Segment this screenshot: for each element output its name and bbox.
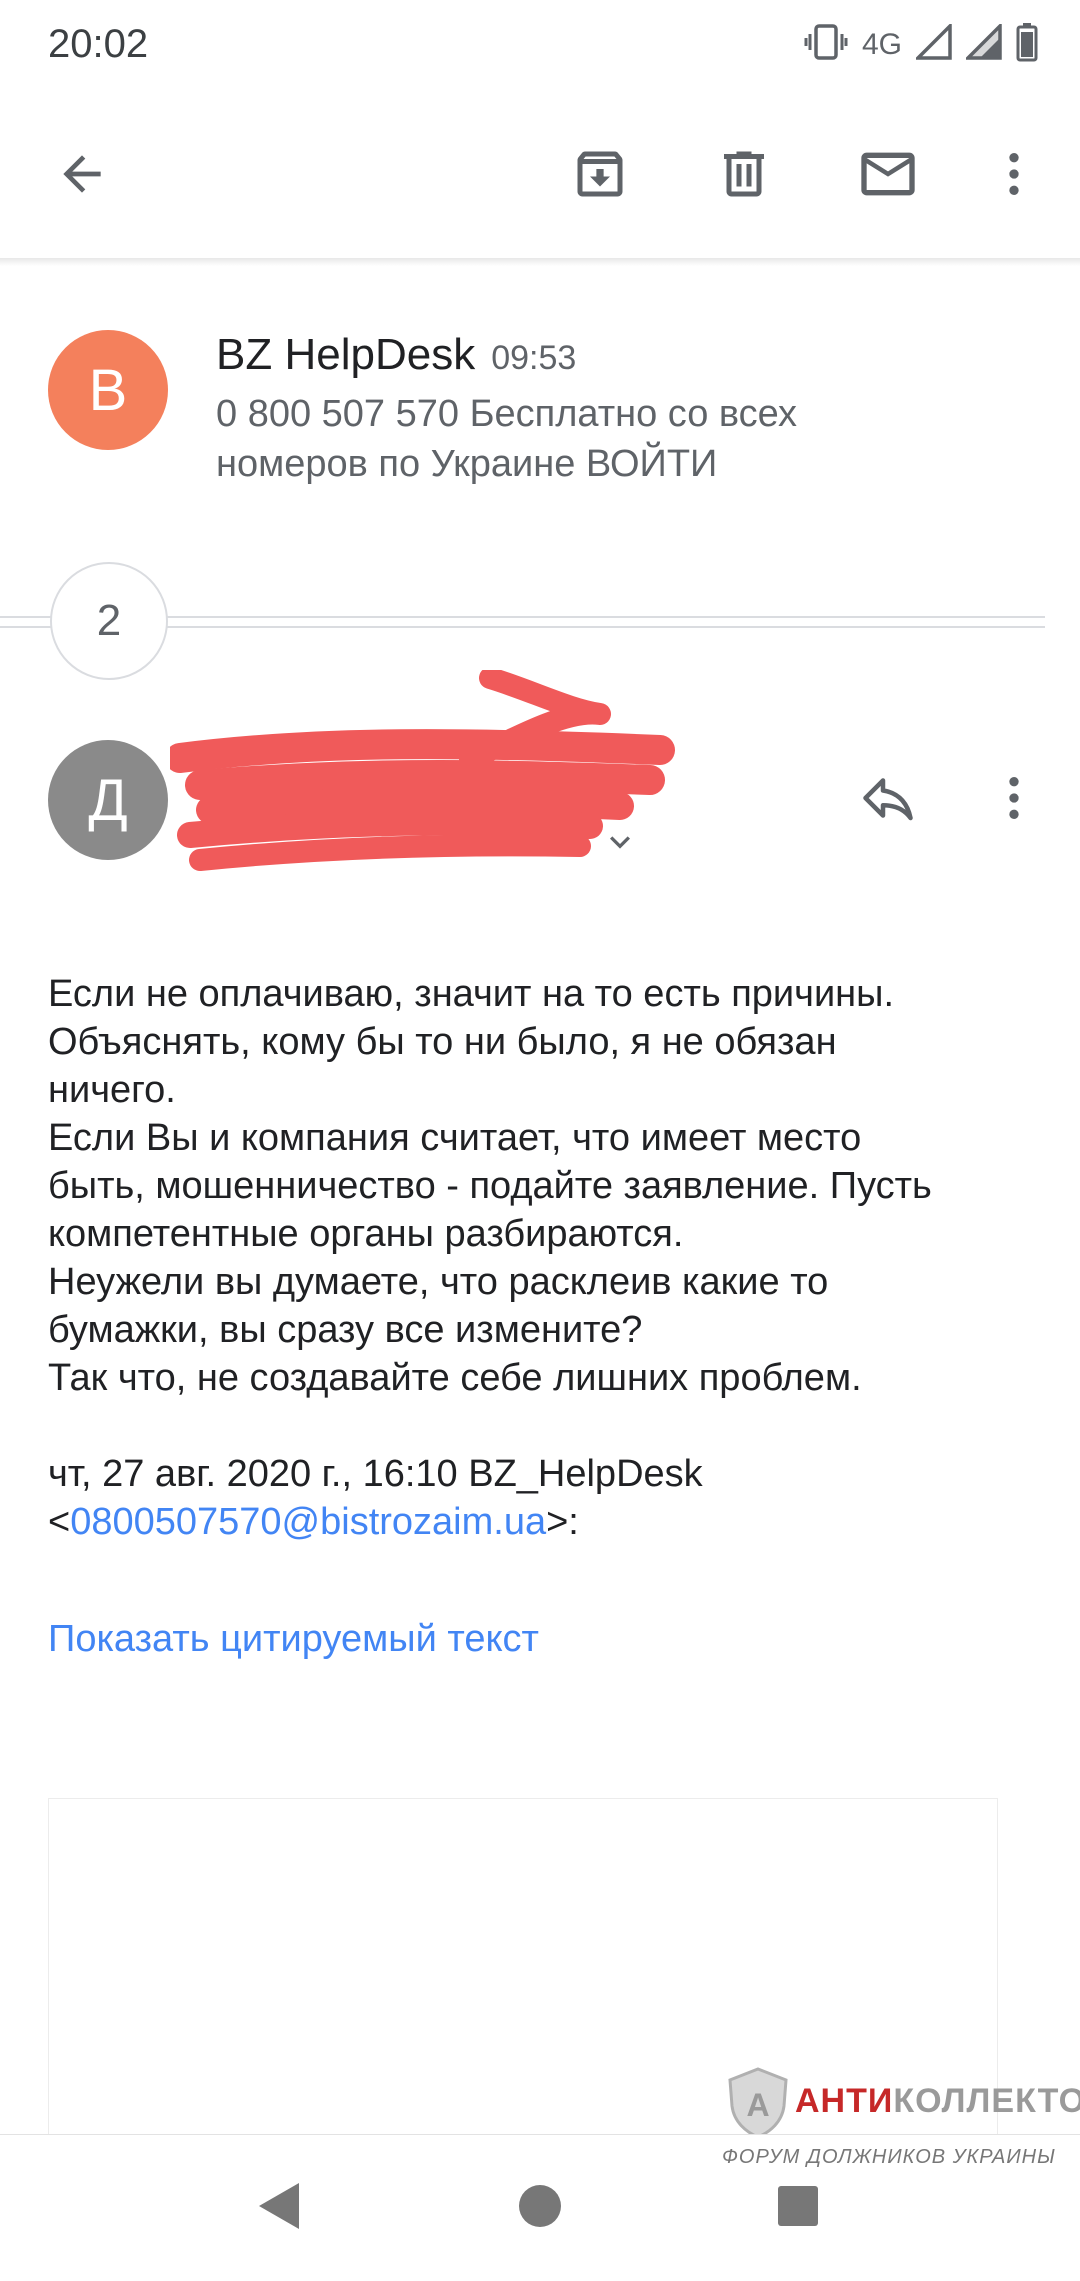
back-button[interactable] — [34, 128, 130, 224]
arrow-left-icon — [54, 146, 110, 207]
expand-details-button[interactable] — [600, 822, 640, 867]
quote-bracket-open: < — [48, 1501, 71, 1543]
quote-header: чт, 27 авг. 2020 г., 16:10 BZ_HelpDesk — [48, 1453, 703, 1495]
status-icons: 4G — [804, 21, 1038, 67]
nav-back-button[interactable] — [228, 2158, 328, 2258]
watermark-title-red: АНТИ — [795, 2082, 894, 2120]
watermark-title-rest: КОЛЛЕКТОР — [893, 2082, 1080, 2120]
network-type: 4G — [861, 27, 902, 61]
archive-button[interactable] — [552, 128, 648, 224]
watermark-shield-letter: А — [746, 2087, 769, 2123]
toolbar-divider — [0, 258, 1080, 266]
more-options-button[interactable] — [966, 128, 1062, 224]
message-more-button[interactable] — [966, 752, 1062, 848]
nav-home-icon — [517, 2183, 563, 2234]
body-spacer — [48, 1402, 1038, 1450]
avatar: Д — [48, 740, 168, 860]
message-snippet: 0 800 507 570 Бесплатно со всех номеров … — [216, 389, 797, 489]
body-line: быть, мошенничество - подайте заявление.… — [48, 1165, 932, 1207]
avatar: B — [48, 330, 168, 450]
signal-icon — [963, 21, 1002, 65]
body-line: компетентные органы разбираются. — [48, 1213, 684, 1255]
body-line: Так что, не создавайте себе лишних пробл… — [48, 1357, 862, 1399]
mark-unread-button[interactable] — [840, 128, 936, 224]
nav-recents-icon — [776, 2184, 820, 2233]
watermark-title: АНТИКОЛЛЕКТОР — [795, 2082, 1080, 2121]
body-line: ничего. — [48, 1069, 176, 1111]
mail-icon — [856, 142, 920, 211]
nav-recents-button[interactable] — [748, 2158, 848, 2258]
trash-icon — [714, 144, 774, 209]
sender-name: BZ HelpDesk — [216, 330, 476, 379]
nav-back-icon — [253, 2179, 303, 2238]
chevron-down-icon — [600, 836, 640, 866]
body-line: Объяснять, кому бы то ни было, я не обяз… — [48, 1021, 837, 1063]
body-line: Если не оплачиваю, значит на то есть при… — [48, 973, 895, 1015]
more-vert-icon — [986, 146, 1042, 207]
message-header: BZ HelpDesk 09:53 — [216, 330, 576, 380]
delete-button[interactable] — [696, 128, 792, 224]
body-line: бумажки, вы сразу все измените? — [48, 1309, 643, 1351]
battery-icon — [1016, 22, 1038, 67]
reply-button[interactable] — [840, 752, 936, 848]
quote-bracket-close: >: — [546, 1501, 579, 1543]
snippet-line: номеров по Украине ВОЙТИ — [216, 443, 718, 485]
status-time: 20:02 — [48, 22, 149, 66]
body-line: Неужели вы думаете, что расклеив какие т… — [48, 1261, 829, 1303]
quote-email-link[interactable]: 0800507570@bistrozaim.ua — [70, 1501, 546, 1543]
vibrate-icon — [804, 22, 848, 67]
collapsed-messages-count[interactable]: 2 — [50, 562, 168, 680]
archive-icon — [570, 144, 630, 209]
message-body: Если не оплачиваю, значит на то есть при… — [48, 970, 1038, 1546]
show-quoted-text-link[interactable]: Показать цитируемый текст — [48, 1618, 539, 1661]
signal-icon — [913, 21, 952, 65]
quote-header-email-line: <0800507570@bistrozaim.ua>: — [48, 1498, 1038, 1546]
reply-icon — [858, 768, 918, 833]
more-vert-icon — [986, 770, 1042, 831]
message-time: 09:53 — [491, 339, 577, 377]
body-line: Если Вы и компания считает, что имеет ме… — [48, 1117, 862, 1159]
nav-home-button[interactable] — [490, 2158, 590, 2258]
snippet-line: 0 800 507 570 Бесплатно со всех — [216, 393, 797, 435]
